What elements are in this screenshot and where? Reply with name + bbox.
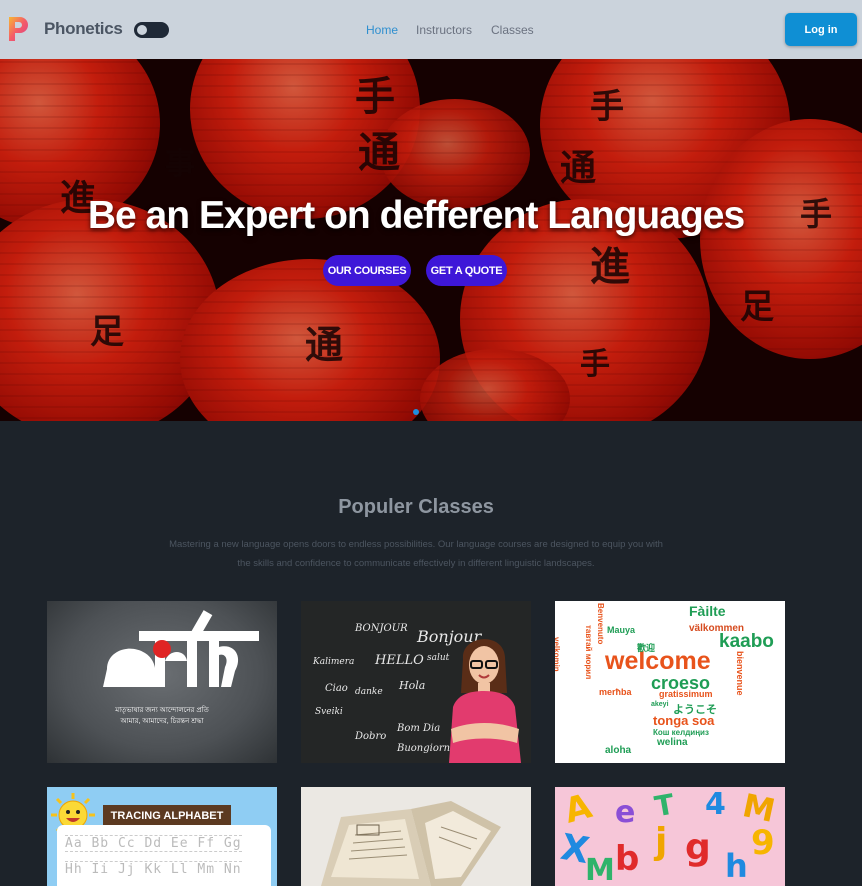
section-title: Populer Classes [338,496,494,518]
section-description: Mastering a new language opens doors to … [169,539,663,569]
class-card-bangla[interactable]: মাতৃভাষার জন্য আন্দোলনের প্রতি আমার, আমা… [47,601,277,763]
chalk-word: Bom Dia [397,723,441,734]
magnet-letter: h [725,847,748,885]
magnet-letter: 9 [751,823,775,863]
hero-title: Be an Expert on defferent Languages [87,194,745,237]
nav-classes-link[interactable]: Classes [491,23,534,37]
magnet-letter: A [560,787,597,832]
chalk-word: Dobro [355,731,387,742]
cloud-word: kaabo [719,631,774,652]
open-books-image [301,787,531,886]
tracing-sheet: Aa Bb Cc Dd Ee Ff Gg Hh Ii Jj Kk Ll Mm N… [57,825,271,886]
navbar: Phonetics Home Instructors Classes Log i… [0,0,862,59]
cloud-word: velkomin [555,637,561,672]
magnet-letter: b [615,839,640,879]
chalk-word: Ciao [325,683,348,694]
tracing-row-2: Hh Ii Jj Kk Ll Mm Nn [65,861,242,877]
class-card-tracing-alphabet[interactable]: TRACING ALPHABET Aa Bb Cc Dd Ee Ff Gg Hh… [47,787,277,886]
cloud-word: välkommen [689,623,745,634]
magnet-letter: T [652,787,677,824]
cloud-word: Benvenuto [596,603,605,645]
carousel-indicator-dot[interactable] [413,409,419,415]
cloud-word: Fàilte [689,603,726,619]
cloud-word: bienvenue [735,651,745,696]
brand-name[interactable]: Phonetics [44,19,123,39]
cloud-word: gratissimum [659,689,713,699]
nav-home-link[interactable]: Home [366,23,398,37]
chalk-word: Sveiki [315,707,343,717]
magnet-letter: j [655,821,668,862]
magnet-letter: M [585,853,615,886]
cloud-word: akeyi [651,701,669,708]
chalk-word: Hola [399,679,426,692]
cloud-word: welcome [605,647,711,675]
nav-instructors-link[interactable]: Instructors [416,23,472,37]
cloud-word: aloha [605,745,632,756]
class-card-old-books[interactable] [301,787,531,886]
magnet-letter: 4 [705,787,726,822]
class-card-alphabet-magnets[interactable]: A e X 4 M j g 9 b T M h [555,787,785,886]
get-a-quote-button[interactable]: GET A QUOTE [426,255,507,286]
tracing-row-1: Aa Bb Cc Dd Ee Ff Gg [65,835,242,852]
hero-banner: 手 通 手 進 事 通 手 進 足 足 通 手 Be an Expert on … [0,59,862,421]
login-button[interactable]: Log in [785,13,857,46]
our-courses-button[interactable]: OUR COURSES [323,255,411,286]
phonetics-logo-icon[interactable] [5,13,33,45]
cloud-word: welina [657,737,688,748]
hero-overlay [0,59,862,421]
cloud-word: merħba [599,687,632,697]
cloud-word: 歡迎 [637,643,656,653]
theme-toggle-knob [137,25,147,35]
chalk-word: Kalimera [313,657,355,667]
class-card-chalkboard[interactable]: BONJOUR Bonjour HELLO Kalimera salut Cia… [301,601,531,763]
cloud-word: ようこそ [673,704,717,716]
chalk-word: BONJOUR [355,623,408,634]
theme-toggle[interactable] [134,22,169,38]
cloud-word: тавтай морил [584,625,593,680]
chalk-word: HELLO [375,653,424,668]
bangla-caption-line2: আমার, আমাদের, চিরন্তন শ্রদ্ধা [120,718,204,725]
tracing-alphabet-label: TRACING ALPHABET [103,805,231,827]
smiling-woman-figure [449,639,521,763]
bangla-caption-line1: মাতৃভাষার জন্য আন্দোলনের প্রতি [115,707,209,714]
class-card-welcome[interactable]: welcome kaabo croeso Fàilte välkommen Ma… [555,601,785,763]
cloud-word: Mauya [607,625,636,635]
bangla-artwork [103,610,259,687]
chalk-word: danke [355,687,383,697]
magnet-letter: e [615,795,636,830]
cloud-word: Кош келдиңиз [653,728,709,737]
magnet-letter: g [685,827,711,868]
